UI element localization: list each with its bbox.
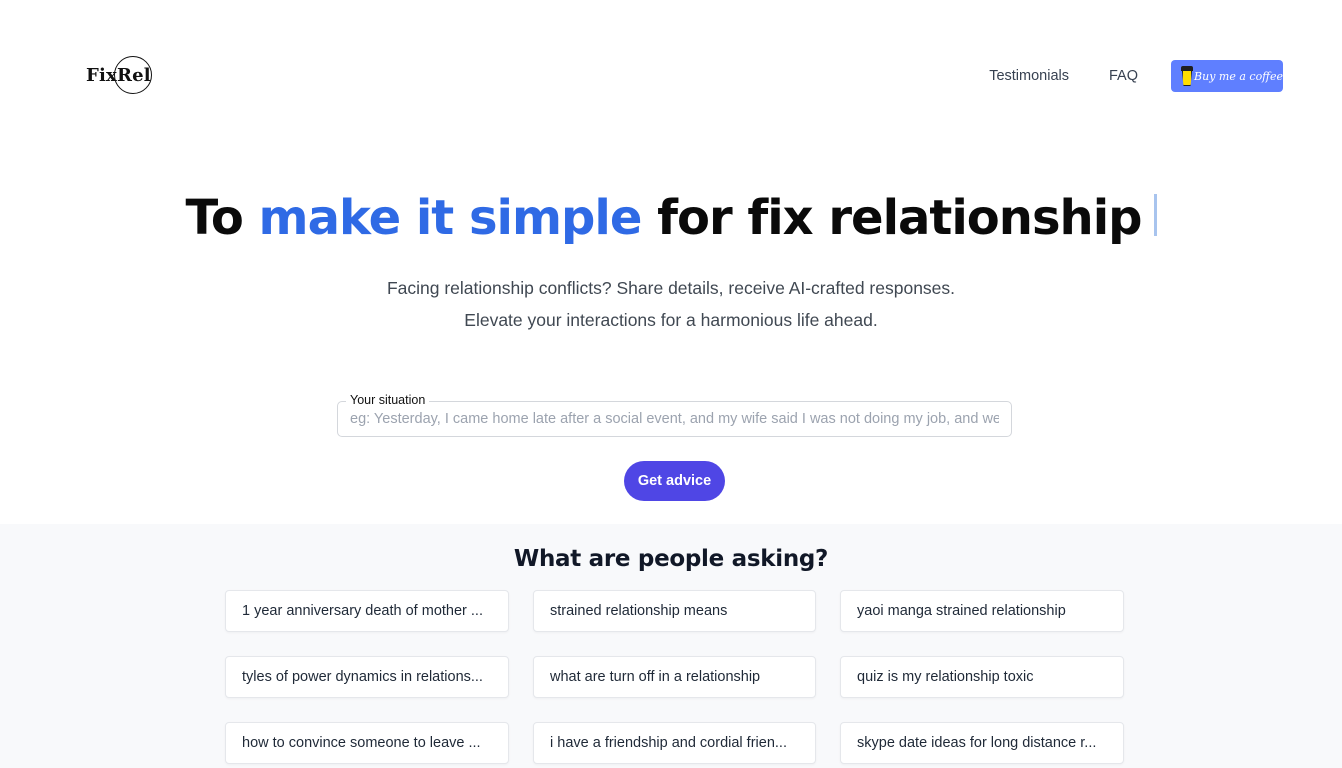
question-card[interactable]: i have a friendship and cordial frien... [533,722,816,764]
question-card[interactable]: what are turn off in a relationship [533,656,816,698]
situation-input[interactable] [338,402,1011,436]
question-card[interactable]: yaoi manga strained relationship [840,590,1124,632]
hero-title-prefix: To [185,190,259,246]
people-asking-heading: What are people asking? [513,546,829,572]
question-card[interactable]: tyles of power dynamics in relations... [225,656,509,698]
get-advice-button[interactable]: Get advice [624,461,725,501]
coffee-cup-icon [1181,66,1193,86]
hero-title-accent: make it simple [258,190,643,246]
buy-me-a-coffee-label: Buy me a coffee [1194,69,1283,83]
hero-title-suffix: for fix relationship [641,190,1142,246]
people-asking-section: What are people asking? 1 year anniversa… [0,524,1342,768]
top-nav: Testimonials FAQ Buy me a coffee [989,60,1283,92]
logo[interactable]: FixRel [86,56,156,98]
question-card[interactable]: how to convince someone to leave ... [225,722,509,764]
hero-subtitle-line1: Facing relationship conflicts? Share det… [386,278,956,298]
nav-faq-link[interactable]: FAQ [1109,68,1138,84]
hero-subtitle-line2: Elevate your interactions for a harmonio… [464,310,878,330]
logo-text: FixRel [86,65,151,86]
buy-me-a-coffee-button[interactable]: Buy me a coffee [1171,60,1283,92]
nav-testimonials-link[interactable]: Testimonials [989,68,1069,84]
typing-caret [1153,194,1157,236]
hero-title: To make it simple for fix relationship [0,190,1342,246]
question-card[interactable]: quiz is my relationship toxic [840,656,1124,698]
question-card[interactable]: 1 year anniversary death of mother ... [225,590,509,632]
question-card[interactable]: skype date ideas for long distance r... [840,722,1124,764]
questions-grid: 1 year anniversary death of mother ... s… [225,590,1124,764]
question-card[interactable]: strained relationship means [533,590,816,632]
situation-field: Your situation [337,393,1012,437]
